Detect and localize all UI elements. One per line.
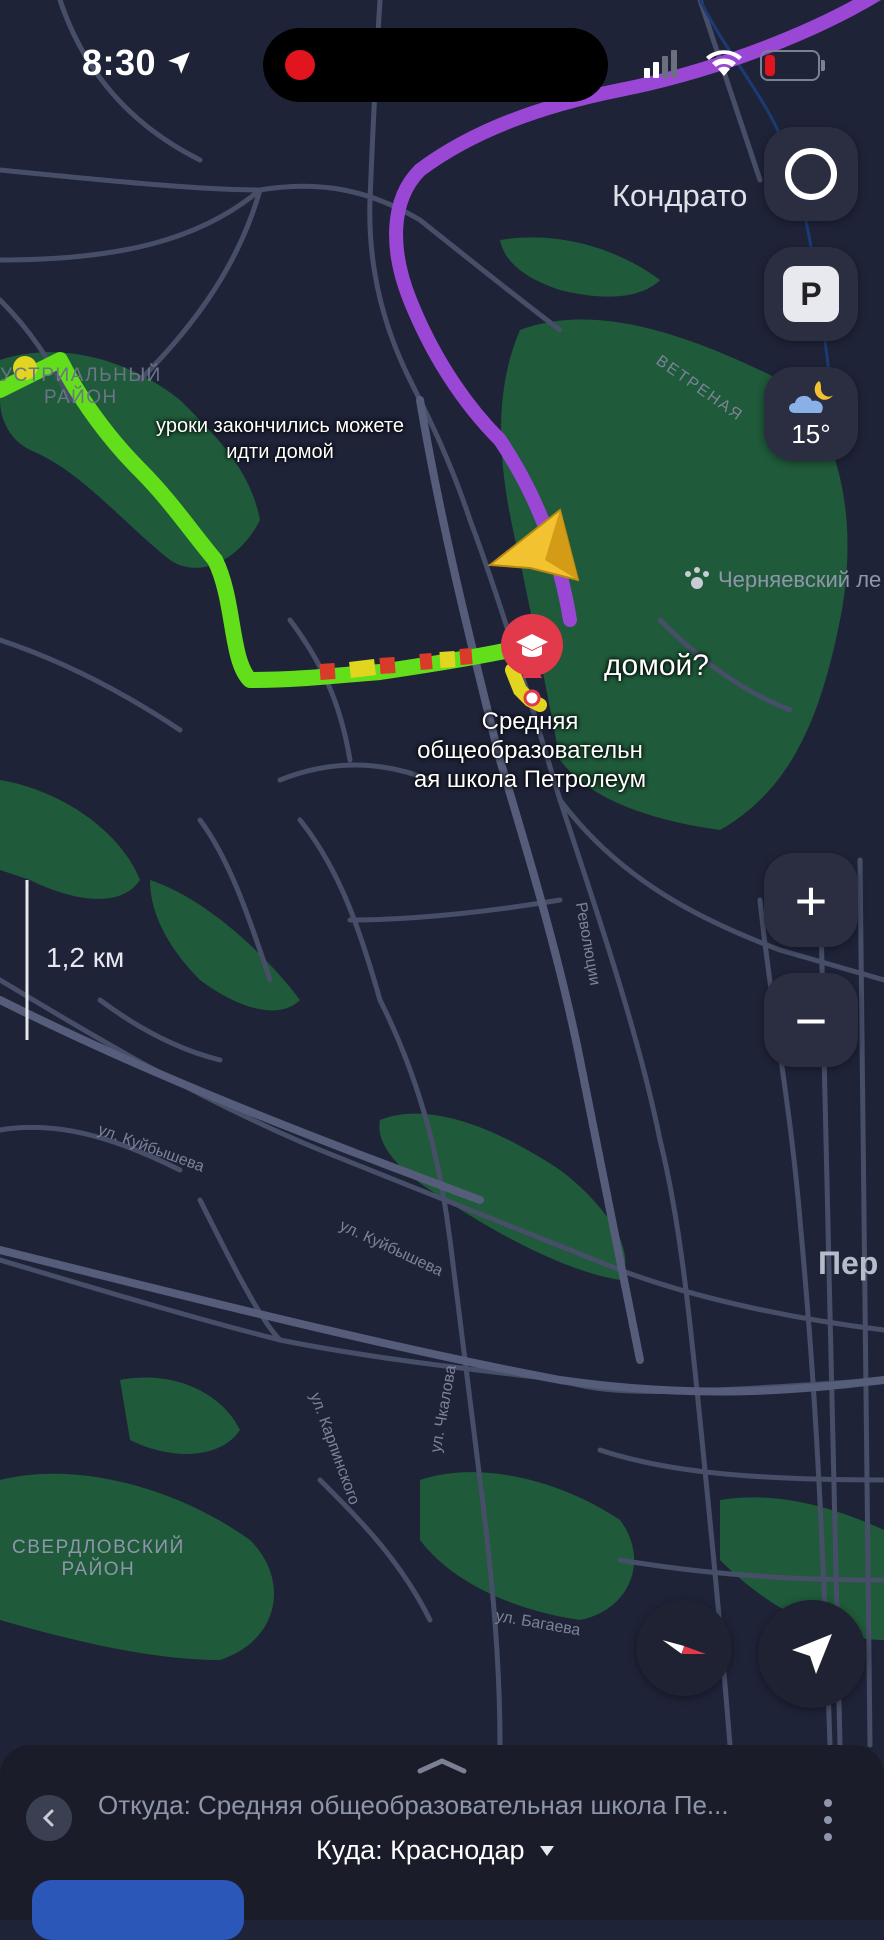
partly-cloudy-night-icon [789,380,833,413]
plus-icon: + [794,868,828,932]
zoom-out-button[interactable]: − [764,973,858,1067]
status-time: 8:30 [82,42,192,84]
map-canvas[interactable] [0,0,884,1920]
chevron-up-icon[interactable] [416,1757,468,1775]
minus-icon: − [794,988,828,1052]
caret-down-icon [539,1845,554,1856]
primary-action-button[interactable] [32,1880,244,1940]
annotation-lessons-finished: уроки закончились можете идти домой [156,415,404,463]
district-label-sverdlovsky: СВЕРДЛОВСКИЙ РАЙОН [12,1537,185,1580]
weather-button[interactable]: 15° [764,367,858,461]
clock: 8:30 [82,42,157,83]
dynamic-island [263,28,608,102]
location-arrow-icon [792,1634,832,1674]
annotation-home-question: домой? [604,649,709,682]
zoom-in-button[interactable]: + [764,853,858,947]
battery-icon [760,50,825,81]
destination-point [523,689,541,707]
wifi-icon [706,50,742,76]
parking-icon: P [783,266,839,322]
place-label-perm: Пер [818,1245,879,1281]
route-from[interactable]: Откуда: Средняя общеобразовательная школ… [98,1790,798,1821]
location-arrow-icon [168,52,190,74]
scale-label: 1,2 км [46,942,125,973]
district-label-industrialny: УСТРИАЛЬНЫЙ РАЙОН [0,365,162,408]
weather-temperature: 15° [791,418,831,449]
back-button[interactable] [26,1795,72,1841]
poi-label-school[interactable]: Средняя общеобразовательн ая школа Петро… [400,707,660,794]
chevron-left-icon [42,1809,54,1827]
alice-assistant-icon [785,148,837,200]
cellular-signal-icon [644,50,677,78]
route-to: Куда: Краснодар [316,1835,525,1865]
recording-dot-icon [285,50,315,80]
more-options-icon[interactable] [820,1797,836,1843]
place-label-chernyaevsky-forest: Черняевский ле [718,567,882,592]
alice-assistant-button[interactable] [764,127,858,221]
route-to-selector[interactable]: Куда: Краснодар [316,1835,555,1866]
parking-button[interactable]: P [764,247,858,341]
compass-button[interactable] [636,1600,732,1696]
place-label-kondratovo: Кондрато [612,178,748,213]
compass-icon [662,1640,706,1654]
my-location-button[interactable] [758,1600,866,1708]
